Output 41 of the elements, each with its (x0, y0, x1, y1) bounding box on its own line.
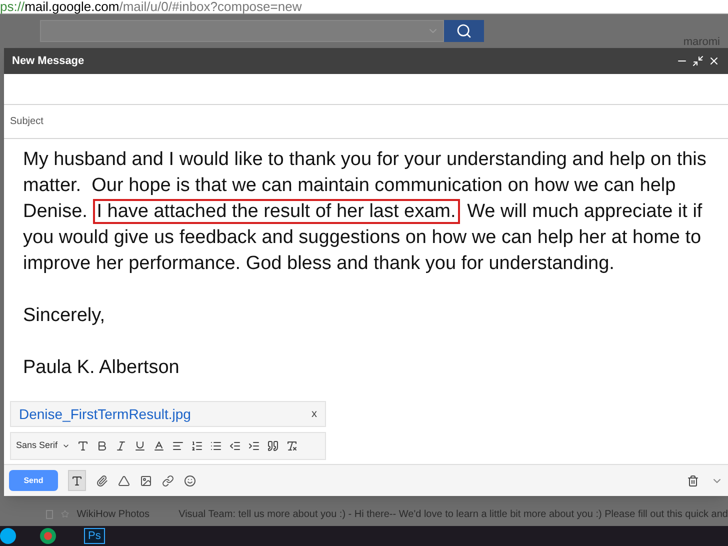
remove-attachment[interactable]: x (312, 406, 317, 422)
message-closing: Sincerely, (23, 304, 106, 328)
exit-fullscreen-icon[interactable] (692, 55, 704, 67)
address-bar[interactable]: ps://mail.google.com/mail/u/0/#inbox?compose=new (0, 0, 728, 14)
link-icon[interactable] (162, 474, 174, 486)
indent-less-icon[interactable] (228, 440, 241, 452)
search-icon (456, 23, 472, 39)
subject-field[interactable]: Subject (4, 105, 728, 139)
caret-icon (62, 442, 70, 450)
remove-formatting-icon[interactable] (286, 440, 298, 452)
trash-icon[interactable] (687, 474, 699, 486)
attachment-name[interactable]: Denise_FirstTermResult.jpg (19, 404, 191, 424)
font-dropdown[interactable]: Sans Serif (16, 439, 70, 453)
email-snippet: Visual Team: tell us more about you :) - Hi there-- We'd love to learn a little bit more about you :) Please fill out this quick and (178, 508, 728, 522)
image-icon[interactable] (140, 474, 152, 486)
text-color-icon[interactable] (152, 440, 165, 452)
numbered-list-icon[interactable] (190, 440, 203, 452)
sender-name: WikiHow Photos (76, 508, 151, 522)
formatting-icon (71, 474, 83, 486)
emoji-icon[interactable] (184, 474, 196, 486)
message-signature: Paula K. Albertson (23, 356, 180, 380)
attachment-chip[interactable]: Denise_FirstTermResult.jpg x (10, 401, 326, 427)
message-paragraph: My husband and I would like to thank you for your understanding and help on this matter. Our hope is that we can maintain communication on how we can help Denise. I have attached the result of her last exam. We will much appreciate it if you would give us feedback and suggestions on how we can help her at home to improve her performance. God bless and thank you for understanding. (23, 148, 708, 276)
search-field[interactable] (40, 20, 444, 42)
close-icon[interactable] (708, 55, 720, 67)
photoshop-icon[interactable]: Ps (84, 528, 105, 544)
window-title: New Message (12, 54, 84, 69)
formatting-toggle[interactable] (68, 470, 86, 491)
underline-icon[interactable] (134, 440, 146, 452)
skype-icon[interactable] (0, 528, 16, 544)
search-button[interactable] (444, 20, 484, 42)
bold-icon[interactable] (96, 440, 108, 452)
italic-icon[interactable] (114, 440, 127, 452)
checkbox[interactable] (46, 510, 53, 518)
indent-more-icon[interactable] (248, 440, 260, 452)
star-icon[interactable] (60, 508, 69, 520)
quote-icon[interactable] (266, 440, 279, 452)
paperclip-icon[interactable] (96, 474, 108, 486)
text-size-icon[interactable] (76, 440, 89, 452)
align-icon[interactable] (172, 440, 184, 452)
chrome-icon[interactable] (40, 528, 56, 544)
